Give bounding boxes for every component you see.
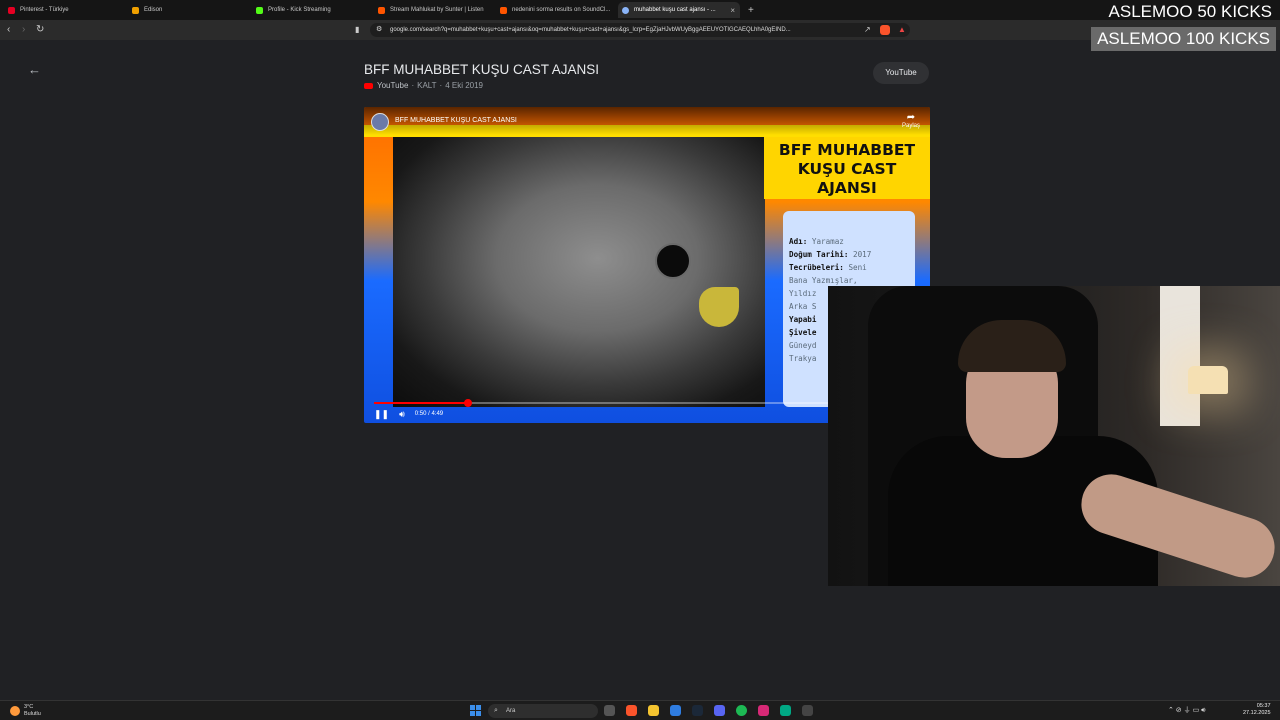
windows-start-icon[interactable]: [470, 705, 481, 716]
obs-icon[interactable]: [802, 705, 813, 716]
separator: ·: [439, 81, 443, 90]
birth-value: 2017: [853, 250, 872, 259]
windows-taskbar: 3°C Bulutlu ⌕ Ara ⌃ ⊘ ⏚ ▭ 🔊︎ 05:37 27.12…: [0, 700, 1280, 720]
weather-widget[interactable]: 3°C Bulutlu: [10, 704, 41, 718]
site-info-icon[interactable]: ⚙: [376, 23, 382, 37]
taskbar-search[interactable]: ⌕ Ara: [488, 704, 598, 718]
instagram-icon[interactable]: [758, 705, 769, 716]
kick-alert-50: ASLEMOO 50 KICKS: [1108, 2, 1272, 21]
tab-edison[interactable]: Edison: [128, 2, 246, 18]
name-value: Yaramaz: [811, 237, 844, 246]
reload-icon[interactable]: ↻: [36, 23, 44, 37]
parrot-eye: [655, 243, 691, 279]
abilities-label: Şivele: [789, 328, 817, 337]
background-lamp: [1188, 366, 1228, 394]
edison-icon: [132, 6, 139, 14]
horizontal-scrollbar[interactable]: [0, 688, 1280, 700]
pause-icon[interactable]: ❚❚: [374, 409, 389, 420]
clock-date: 27.12.2025: [1243, 710, 1271, 716]
search-placeholder: Ara: [506, 708, 516, 714]
address-bar[interactable]: ⚙ google.com/search?q=muhabbet+kuşu+cast…: [370, 23, 910, 37]
whatsapp-icon[interactable]: [780, 705, 791, 716]
open-youtube-button[interactable]: YouTube: [873, 62, 929, 84]
youtube-icon: [364, 82, 373, 89]
temperature: 3°C: [24, 704, 34, 710]
file-explorer-icon[interactable]: [648, 705, 659, 716]
experience-value: Seni: [848, 263, 867, 272]
separator: ·: [411, 81, 415, 90]
parrot-image: [393, 137, 765, 407]
name-label: Adı:: [789, 237, 808, 246]
volume-icon[interactable]: 🔊︎: [399, 409, 405, 420]
time-display: 0:50 / 4:49: [414, 411, 444, 417]
tab-soundcloud-search[interactable]: nedenini sorma results on SoundCl...: [496, 2, 614, 18]
tab-label: nedenini sorma results on SoundCl...: [512, 7, 611, 13]
source-name[interactable]: YouTube: [377, 81, 408, 90]
tab-label: muhabbet kuşu cast ajansı - ...: [634, 7, 716, 13]
weather-condition: Bulutlu: [24, 711, 41, 717]
tab-label: Stream Mahlukat by Sunter | Listen: [390, 7, 484, 13]
parrot-beak: [699, 287, 739, 327]
store-icon[interactable]: [670, 705, 681, 716]
kick-alert-overlay: ASLEMOO 50 KICKS ASLEMOO 100 KICKS: [1091, 0, 1280, 52]
tab-pinterest[interactable]: Pinterest - Türkiye: [4, 2, 122, 18]
video-overlay-title[interactable]: BFF MUHABBET KUŞU CAST AJANSI: [395, 117, 517, 124]
player-controls: ❚❚ 🔊︎ 0:50 / 4:49: [374, 408, 453, 420]
browser-tab-strip: Pinterest - Türkiye Edison Profile - Kic…: [0, 0, 1280, 20]
forward-icon[interactable]: ›: [22, 23, 25, 37]
search-icon: ⌕: [494, 707, 498, 714]
clock-time: 05:37: [1256, 703, 1271, 709]
clock[interactable]: 05:37 27.12.2025: [1243, 703, 1271, 717]
back-arrow-icon[interactable]: ←: [28, 62, 41, 77]
rewards-icon[interactable]: ▲: [898, 23, 906, 37]
soundcloud-icon: [500, 6, 507, 14]
tab-soundcloud-stream[interactable]: Stream Mahlukat by Sunter | Listen: [374, 2, 492, 18]
channel-name: KALT: [417, 81, 437, 90]
new-tab-button[interactable]: +: [744, 2, 758, 18]
share-page-icon[interactable]: ↗: [864, 23, 871, 37]
page-title: BFF MUHABBET KUŞU CAST AJANSI: [364, 62, 600, 77]
task-view-icon[interactable]: [604, 705, 615, 716]
tab-kick[interactable]: Profile - Kick Streaming: [252, 2, 370, 18]
brave-icon[interactable]: [626, 705, 637, 716]
bookmark-icon[interactable]: ▮: [355, 23, 359, 37]
close-tab-icon[interactable]: ×: [730, 6, 735, 15]
pinterest-icon: [8, 6, 15, 14]
channel-avatar[interactable]: [371, 113, 389, 131]
kick-icon: [256, 6, 263, 14]
browser-toolbar: ‹ › ↻ ▮ ⚙ google.com/search?q=muhabbet+k…: [0, 20, 1280, 40]
steam-icon[interactable]: [692, 705, 703, 716]
background-window: [1160, 286, 1200, 426]
tab-label: Pinterest - Türkiye: [20, 7, 69, 13]
weather-icon: [10, 706, 20, 716]
webcam-overlay: [828, 286, 1280, 586]
kick-alert-100: ASLEMOO 100 KICKS: [1091, 27, 1276, 51]
tab-label: Edison: [144, 7, 163, 13]
progress-fill: [374, 402, 468, 404]
share-label: Paylaş: [901, 123, 920, 129]
video-source-line: YouTube · KALT · 4 Eki 2019: [364, 81, 483, 90]
url-text: google.com/search?q=muhabbet+kuşu+cast+a…: [390, 27, 791, 33]
share-button[interactable]: ➦ Paylaş: [902, 112, 920, 129]
system-tray[interactable]: ⌃ ⊘ ⏚ ▭ 🔊︎: [1168, 705, 1206, 715]
birth-label: Doğum Tarihi:: [789, 250, 849, 259]
upload-date: 4 Eki 2019: [445, 81, 484, 90]
soundcloud-icon: [378, 6, 385, 14]
experience-label: Tecrübeleri:: [789, 263, 844, 272]
thumbnail-heading: BFF MUHABBET KUŞU CAST AJANSI: [778, 141, 916, 197]
google-icon: [622, 6, 629, 14]
spotify-icon[interactable]: [736, 705, 747, 716]
tab-label: Profile - Kick Streaming: [268, 7, 331, 13]
brave-shield-icon[interactable]: [880, 25, 890, 35]
back-icon[interactable]: ‹: [7, 23, 10, 37]
share-icon: ➦: [906, 112, 916, 123]
discord-icon[interactable]: [714, 705, 725, 716]
abilities-label: Yapabi: [789, 315, 817, 324]
tab-google-search[interactable]: muhabbet kuşu cast ajansı - ... ×: [618, 2, 740, 18]
progress-scrubber[interactable]: [463, 399, 472, 407]
